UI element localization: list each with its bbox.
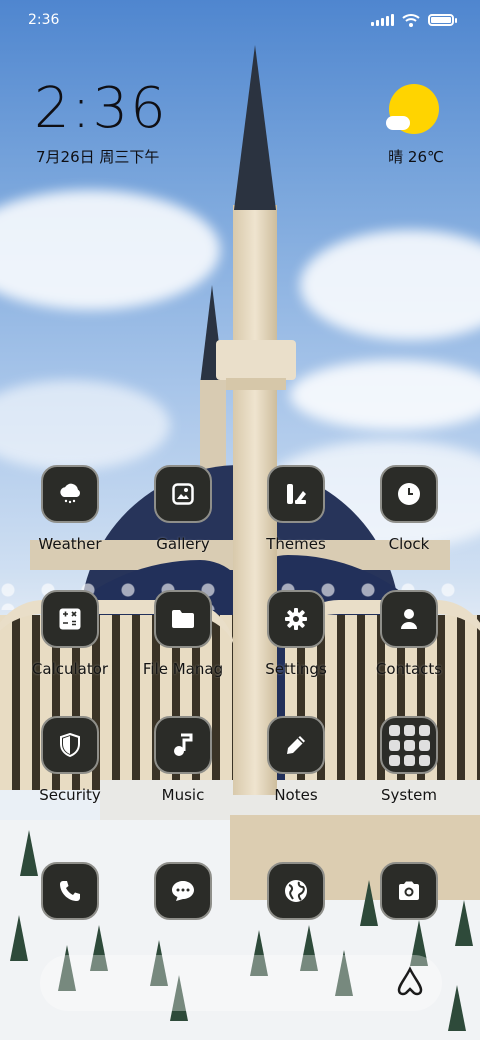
dock [40,955,442,1011]
app-label: File Manag [142,660,224,678]
gallery-icon [154,465,212,523]
app-label: Contacts [375,660,443,678]
app-label: Themes [266,535,326,553]
folder-grid-icon [380,716,438,774]
weather-cloud-icon [41,465,99,523]
dock-browser[interactable] [241,862,351,920]
clock-icon [380,465,438,523]
folder-icon [154,590,212,648]
messages-icon [154,862,212,920]
battery-icon [428,14,457,26]
dock-phone[interactable] [15,862,125,920]
shield-icon [41,716,99,774]
themes-icon [267,465,325,523]
pencil-icon [267,716,325,774]
app-themes[interactable]: Themes [241,465,351,553]
app-weather[interactable]: Weather [15,465,125,553]
widget-time: 2:36 [34,76,168,141]
cellular-signal-icon [371,14,394,26]
camera-icon [380,862,438,920]
music-note-icon [154,716,212,774]
dock-messages[interactable] [128,862,238,920]
app-settings[interactable]: Settings [241,590,351,678]
app-security[interactable]: Security [15,716,125,804]
wifi-icon [402,14,420,27]
app-clock[interactable]: Clock [354,465,464,553]
app-music[interactable]: Music [128,716,238,804]
contact-icon [380,590,438,648]
app-label: Music [161,786,205,804]
app-notes[interactable]: Notes [241,716,351,804]
weather-temperature: 晴 26℃ [388,148,444,166]
app-calculator[interactable]: Calculator [15,590,125,678]
widget-date: 7月26日 周三下午 [36,148,160,166]
app-label: Calculator [31,660,109,678]
dock-camera[interactable] [354,862,464,920]
app-label: Clock [388,535,430,553]
app-system-folder[interactable]: System [354,716,464,804]
app-label: Notes [274,786,318,804]
app-label: Settings [265,660,327,678]
status-time: 2:36 [28,12,60,28]
app-label: Security [39,786,101,804]
app-contacts[interactable]: Contacts [354,590,464,678]
gear-icon [267,590,325,648]
browser-globe-icon [267,862,325,920]
phone-icon [41,862,99,920]
calculator-icon [41,590,99,648]
app-label: Weather [38,535,102,553]
app-file-manager[interactable]: File Manag [128,590,238,678]
app-gallery[interactable]: Gallery [128,465,238,553]
assistant-icon[interactable] [393,965,427,999]
app-label: Gallery [156,535,210,553]
app-label: System [381,786,437,804]
